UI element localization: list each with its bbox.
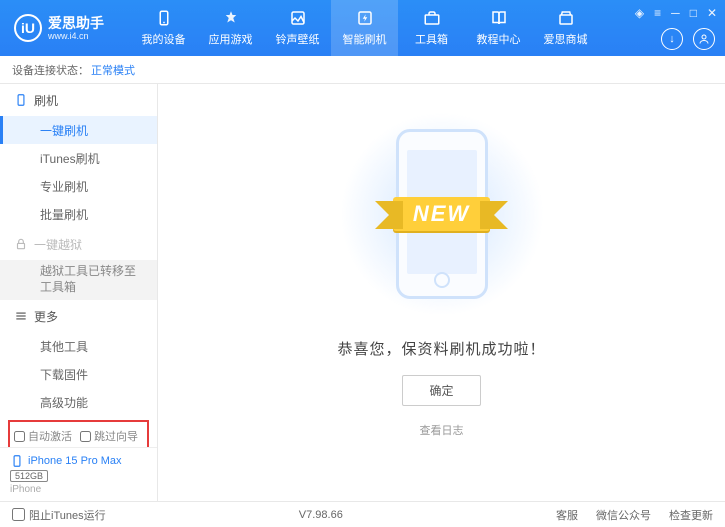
phone-icon <box>14 93 28 107</box>
chk-auto-activate[interactable]: 自动激活 <box>14 428 72 444</box>
sidebar: 刷机 一键刷机 iTunes刷机 专业刷机 批量刷机 一键越狱 越狱工具已转移至… <box>0 84 158 501</box>
skin-icon[interactable]: ◈ <box>635 6 644 20</box>
sidebar-item-other[interactable]: 其他工具 <box>0 332 157 360</box>
sidebar-item-pro[interactable]: 专业刷机 <box>0 172 157 200</box>
chk-block-itunes[interactable]: 阻止iTunes运行 <box>12 507 106 523</box>
footer-support[interactable]: 客服 <box>556 507 578 523</box>
connection-status: 设备连接状态： 正常模式 <box>0 56 725 84</box>
main-nav: 我的设备 应用游戏 铃声壁纸 智能刷机 工具箱 教程中心 爱思商城 <box>130 0 599 56</box>
download-button[interactable]: ↓ <box>661 28 683 50</box>
device-type: iPhone <box>10 484 147 495</box>
highlighted-options: 自动激活 跳过向导 <box>8 420 149 447</box>
phone-icon <box>10 454 24 468</box>
storage-badge: 512GB <box>10 470 48 482</box>
user-button[interactable] <box>693 28 715 50</box>
app-title: 爱思助手 <box>48 16 104 30</box>
sidebar-item-itunes[interactable]: iTunes刷机 <box>0 144 157 172</box>
version-label: V7.98.66 <box>299 509 343 521</box>
flash-icon <box>356 9 374 27</box>
maximize-icon[interactable]: □ <box>690 6 697 20</box>
window-controls: ◈ ≡ ─ □ ✕ <box>635 6 717 20</box>
sidebar-item-jailbreak-moved[interactable]: 越狱工具已转移至工具箱 <box>0 260 157 300</box>
nav-my-device[interactable]: 我的设备 <box>130 0 197 56</box>
app-url: www.i4.cn <box>48 32 104 41</box>
footer-update[interactable]: 检查更新 <box>669 507 713 523</box>
ok-button[interactable]: 确定 <box>402 375 480 406</box>
section-more[interactable]: 更多 <box>0 300 157 332</box>
apps-icon <box>222 9 240 27</box>
new-ribbon: NEW <box>393 197 490 231</box>
sidebar-item-firmware[interactable]: 下载固件 <box>0 360 157 388</box>
store-icon <box>557 9 575 27</box>
status-value: 正常模式 <box>91 62 135 78</box>
sidebar-item-batch[interactable]: 批量刷机 <box>0 200 157 228</box>
view-log-link[interactable]: 查看日志 <box>420 422 464 438</box>
nav-tutorials[interactable]: 教程中心 <box>465 0 532 56</box>
success-illustration: NEW <box>362 114 522 314</box>
logo: iU 爱思助手 www.i4.cn <box>0 14 130 42</box>
nav-apps[interactable]: 应用游戏 <box>197 0 264 56</box>
nav-tools[interactable]: 工具箱 <box>398 0 465 56</box>
nav-store[interactable]: 爱思商城 <box>532 0 599 56</box>
footer: 阻止iTunes运行 V7.98.66 客服 微信公众号 检查更新 <box>0 501 725 527</box>
footer-wechat[interactable]: 微信公众号 <box>596 507 651 523</box>
logo-icon: iU <box>14 14 42 42</box>
section-flash[interactable]: 刷机 <box>0 84 157 116</box>
sidebar-item-oneclick[interactable]: 一键刷机 <box>0 116 157 144</box>
phone-icon <box>155 9 173 27</box>
success-message: 恭喜您，保资料刷机成功啦！ <box>337 338 545 359</box>
titlebar: iU 爱思助手 www.i4.cn 我的设备 应用游戏 铃声壁纸 智能刷机 工具… <box>0 0 725 56</box>
chk-skip-guide[interactable]: 跳过向导 <box>80 428 138 444</box>
lock-icon <box>14 237 28 251</box>
book-icon <box>490 9 508 27</box>
device-info[interactable]: iPhone 15 Pro Max 512GB iPhone <box>0 447 157 501</box>
sidebar-item-advanced[interactable]: 高级功能 <box>0 388 157 416</box>
close-icon[interactable]: ✕ <box>707 6 717 20</box>
section-jailbreak: 一键越狱 <box>0 228 157 260</box>
more-icon <box>14 309 28 323</box>
main-content: NEW 恭喜您，保资料刷机成功啦！ 确定 查看日志 <box>158 84 725 501</box>
nav-rings[interactable]: 铃声壁纸 <box>264 0 331 56</box>
menu-icon[interactable]: ≡ <box>654 6 661 20</box>
toolbox-icon <box>423 9 441 27</box>
nav-flash[interactable]: 智能刷机 <box>331 0 398 56</box>
minimize-icon[interactable]: ─ <box>671 6 680 20</box>
wallpaper-icon <box>289 9 307 27</box>
